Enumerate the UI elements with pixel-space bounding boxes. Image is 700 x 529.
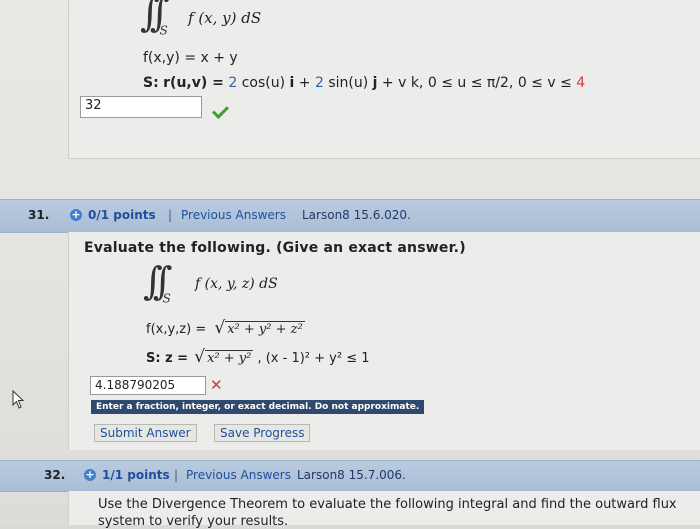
q31-integrand: f (x, y, z) dS [195,276,278,292]
expand-plus-icon[interactable]: + [70,209,82,221]
q31-source: Larson8 15.6.020. [302,208,411,222]
q32-separator: | [174,468,179,482]
q32-points: 1/1 points [102,468,170,482]
mouse-cursor-icon [12,390,25,409]
q32-source: Larson8 15.7.006. [297,468,406,482]
q32-prompt-line-1: Use the Divergence Theorem to evaluate t… [98,497,677,512]
q31-surface-definition: S: z = √ x² + y² , (x - 1)² + y² ≤ 1 [146,347,370,367]
q32-prompt-line-2: system to verify your results. [98,514,289,529]
q31-prompt: Evaluate the following. (Give an exact a… [84,240,466,256]
q32-number: 32. [44,468,66,482]
save-progress-button[interactable]: Save Progress [214,424,311,442]
q31-previous-answers-link[interactable]: Previous Answers [181,208,286,222]
q30-answer-input[interactable]: 32 [80,96,202,118]
q31-function-definition: f(x,y,z) = √ x² + y² + z² [146,318,305,338]
q31-separator: | [168,208,173,222]
expand-plus-icon[interactable]: + [84,469,96,481]
q30-function-definition: f(x,y) = x + y [143,50,238,66]
q31-double-integral: ∫∫S [143,259,173,306]
q31-answer-input[interactable]: 4.188790205 [90,376,206,395]
answer-format-hint: Enter a fraction, integer, or exact deci… [91,400,425,414]
q32-previous-answers-link[interactable]: Previous Answers [186,468,291,482]
q31-points: 0/1 points [88,208,156,222]
q31-number: 31. [28,208,50,222]
q30-surface-definition: S: r(u,v) = 2 cos(u) i + 2 sin(u) j + v … [143,75,586,91]
q30-double-integral: ∫∫S [140,0,170,38]
q30-integrand: f (x, y) dS [188,9,262,27]
submit-answer-button[interactable]: Submit Answer [94,424,197,442]
page: ∫∫S f (x, y) dS f(x,y) = x + y S: r(u,v)… [0,0,700,529]
incorrect-x-icon: ✕ [210,376,223,394]
